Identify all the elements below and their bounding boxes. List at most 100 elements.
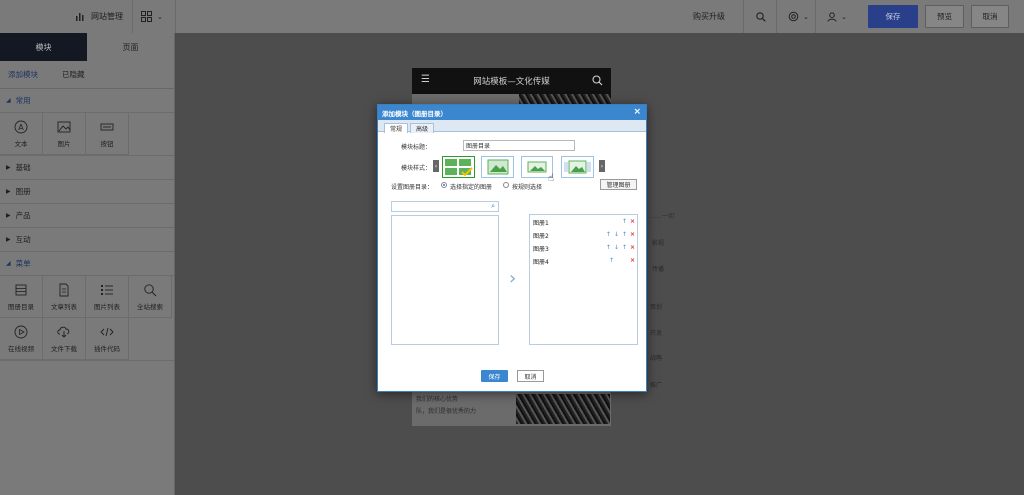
list-icon — [15, 284, 27, 295]
support-menu-button[interactable]: ⌄ — [788, 0, 809, 33]
module-image-list[interactable]: 图片列表 — [86, 276, 129, 318]
radio-label: 按规则选择 — [512, 184, 543, 191]
hamburger-menu-icon[interactable]: ☰ — [421, 74, 430, 86]
apps-menu-button[interactable]: ⌄ — [141, 0, 163, 33]
radio-select-specific[interactable] — [441, 182, 447, 188]
module-button[interactable]: 按钮 — [86, 113, 129, 155]
site-text: ……一切 — [650, 213, 675, 220]
arrow-up-icon[interactable]: ↑ — [606, 244, 611, 251]
divider — [776, 0, 777, 33]
arrow-up-icon[interactable]: ↑ — [609, 257, 614, 264]
available-gallery-list[interactable] — [391, 215, 499, 345]
buy-upgrade-link[interactable]: 购买升级 — [693, 0, 725, 33]
category-product[interactable]: ▶ 产品 — [0, 204, 174, 228]
site-text: 队，我们是很优秀的力 — [416, 408, 477, 415]
module-gallery-catalog[interactable]: 图册目录 — [0, 276, 43, 318]
module-online-video[interactable]: 在线视频 — [0, 318, 43, 360]
tab-advanced[interactable]: 高级 — [410, 123, 435, 133]
delete-icon[interactable]: × — [630, 231, 635, 238]
module-label: 文件下载 — [51, 344, 77, 353]
module-label: 文本 — [14, 139, 28, 148]
delete-icon[interactable]: × — [630, 218, 635, 225]
cancel-button[interactable]: 取消 — [971, 5, 1009, 28]
search-icon[interactable]: ⌕ — [491, 202, 495, 211]
website-manage-link[interactable]: 网站管理 — [75, 0, 123, 33]
search-button[interactable] — [756, 0, 766, 33]
buy-upgrade-label: 购买升级 — [693, 12, 725, 21]
divider — [132, 0, 133, 33]
caret-down-icon: ◢ — [6, 260, 11, 267]
site-text: 影视 — [652, 240, 665, 247]
radio-select-by-rule[interactable] — [503, 182, 509, 188]
bar-chart-icon — [76, 13, 84, 21]
code-icon — [100, 327, 114, 336]
search-icon[interactable] — [592, 75, 603, 86]
item-label: 图册1 — [533, 220, 549, 227]
arrow-down-icon[interactable]: ↓ — [614, 244, 619, 251]
category-menu[interactable]: ◢ 菜单 — [0, 252, 174, 276]
chevron-right-icon[interactable]: › — [509, 268, 516, 289]
top-bar: 网站管理 ⌄ 购买升级 ⌄ ⌄ 保存 预览 取消 — [0, 0, 1024, 33]
style-prev-arrow[interactable]: ‹ — [433, 160, 439, 172]
style-option-4[interactable] — [561, 156, 594, 178]
caret-right-icon: ▶ — [6, 212, 11, 219]
dialog-cancel-button[interactable]: 取消 — [517, 370, 544, 382]
module-image[interactable]: 图片 — [43, 113, 86, 155]
arrow-down-icon[interactable]: ↓ — [614, 231, 619, 238]
site-title: 网站模板—文化传媒 — [473, 77, 550, 87]
tab-hidden-modules[interactable]: 已隐藏 — [62, 61, 85, 89]
tab-add-module[interactable]: 添加模块 — [8, 61, 38, 89]
arrow-up-icon[interactable]: ↑ — [606, 231, 611, 238]
delete-icon[interactable]: × — [630, 257, 635, 264]
style-wide-icon — [564, 160, 591, 174]
preview-button[interactable]: 预览 — [925, 5, 964, 28]
gallery-search-input[interactable]: ⌕ — [391, 201, 499, 212]
delete-icon[interactable]: × — [630, 244, 635, 251]
list-item[interactable]: 图册3 ↑ ↓ ↑ × — [533, 244, 637, 253]
arrow-up-icon[interactable]: ↑ — [622, 231, 627, 238]
category-label: 基础 — [15, 163, 31, 172]
hero-image — [519, 94, 611, 104]
manage-gallery-button[interactable]: 管理图册 — [600, 179, 637, 190]
module-title-input[interactable]: 图册目录 — [463, 140, 575, 151]
style-option-2[interactable] — [481, 156, 514, 178]
close-icon[interactable]: × — [633, 107, 641, 117]
arrow-up-icon[interactable]: ↑ — [622, 218, 627, 225]
style-next-arrow[interactable]: › — [599, 160, 605, 172]
module-article-list[interactable]: 文章列表 — [43, 276, 86, 318]
chevron-down-icon: ⌄ — [841, 12, 847, 21]
document-icon — [59, 283, 69, 296]
list-item[interactable]: 图册1 ↑ × — [533, 218, 637, 227]
item-label: 图册3 — [533, 246, 549, 253]
category-gallery[interactable]: ▶ 图册 — [0, 180, 174, 204]
style-banner-icon — [527, 161, 547, 173]
category-basic[interactable]: ▶ 基础 — [0, 156, 174, 180]
module-site-search[interactable]: 全站搜索 — [129, 276, 172, 318]
site-text: 策划 — [650, 304, 663, 311]
site-text: 我们的核心优势 — [416, 396, 459, 403]
text-icon: A — [14, 120, 28, 133]
module-label: 图片 — [57, 139, 71, 148]
divider — [743, 0, 744, 33]
site-text: 开发 — [650, 330, 663, 337]
site-header: ☰ 网站模板—文化传媒 — [412, 68, 611, 94]
grid-icon — [141, 11, 152, 22]
category-common[interactable]: ◢ 常用 — [0, 89, 174, 113]
dialog-save-button[interactable]: 保存 — [481, 370, 508, 382]
tab-pages[interactable]: 页面 — [87, 33, 174, 61]
bulleted-list-icon — [101, 284, 113, 295]
list-item[interactable]: 图册4 ↑ × — [533, 257, 637, 266]
category-label: 产品 — [15, 211, 31, 220]
save-button[interactable]: 保存 — [868, 5, 918, 28]
tab-modules[interactable]: 模块 — [0, 33, 87, 61]
style-option-1[interactable] — [442, 156, 475, 178]
module-file-download[interactable]: 文件下载 — [43, 318, 86, 360]
module-text[interactable]: A 文本 — [0, 113, 43, 155]
category-interact[interactable]: ▶ 互动 — [0, 228, 174, 252]
arrow-up-icon[interactable]: ↑ — [622, 244, 627, 251]
user-menu-button[interactable]: ⌄ — [827, 0, 847, 33]
tab-general[interactable]: 常规 — [384, 123, 409, 133]
dialog-title: 添加模块（图册目录） — [382, 109, 447, 118]
module-plugin-code[interactable]: 插件代码 — [86, 318, 129, 360]
list-item[interactable]: 图册2 ↑ ↓ ↑ × — [533, 231, 637, 240]
